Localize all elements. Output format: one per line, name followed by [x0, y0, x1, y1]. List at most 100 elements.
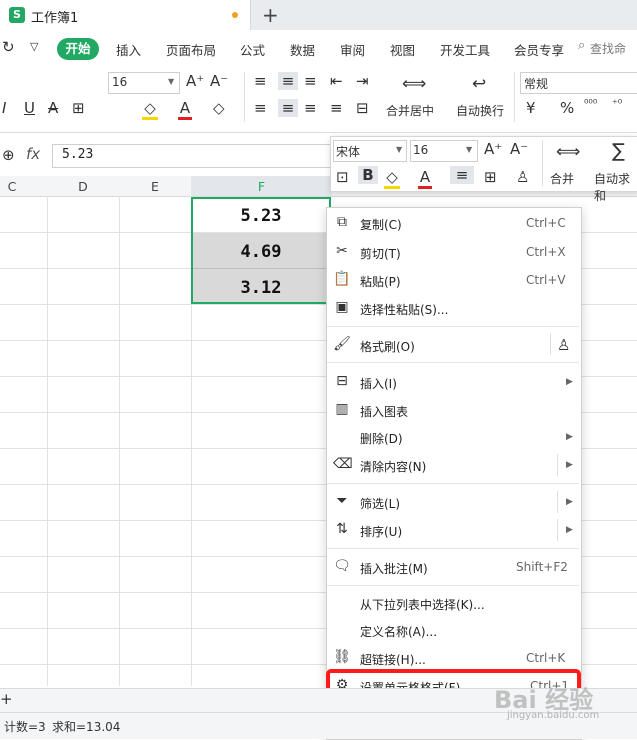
currency-button[interactable]: ¥	[526, 99, 536, 117]
column-header-c[interactable]: C	[0, 179, 24, 194]
increase-font-icon[interactable]: A⁺	[186, 72, 204, 90]
eraser-icon: ⌫	[333, 456, 353, 472]
add-sheet-icon[interactable]: +	[0, 690, 13, 708]
zoom-icon[interactable]: ⊕	[2, 146, 15, 164]
autosum-button[interactable]: 自动求和	[594, 170, 637, 204]
tab-data[interactable]: 数据	[290, 40, 315, 59]
autosum-icon[interactable]: ∑	[612, 140, 625, 162]
format-painter-icon: 🖌	[333, 336, 351, 352]
menu-separator	[327, 326, 579, 327]
chevron-down-icon: ▼	[466, 145, 473, 154]
tab-page-layout[interactable]: 页面布局	[166, 40, 216, 59]
column-header-d[interactable]: D	[48, 179, 118, 194]
menu-item-delete[interactable]: 删除(D)	[360, 430, 403, 447]
menu-item-hyperlink[interactable]: 超链接(H)...	[360, 651, 426, 668]
bold-icon[interactable]: B	[358, 166, 378, 184]
tab-formulas[interactable]: 公式	[240, 40, 265, 59]
formula-input[interactable]	[52, 144, 344, 168]
tab-home[interactable]: 开始	[57, 38, 99, 60]
scissors-icon: ✂	[336, 243, 348, 259]
mini-merge-icon[interactable]: ⟺	[556, 142, 580, 162]
mini-fill-color-icon[interactable]: ◇	[384, 168, 400, 189]
mini-decrease-font-icon[interactable]: A⁻	[510, 140, 528, 158]
status-sum: 求和=13.04	[52, 720, 121, 734]
merge-center-icon[interactable]: ⟺	[402, 74, 426, 94]
percent-button[interactable]: %	[560, 99, 574, 117]
justify-icon[interactable]: ≡	[330, 99, 343, 117]
merge-center-button[interactable]: 合并居中	[386, 102, 434, 119]
align-middle-icon[interactable]: ≡	[278, 72, 298, 90]
tab-developer[interactable]: 开发工具	[440, 40, 490, 59]
decrease-font-icon[interactable]: A⁻	[210, 72, 228, 90]
cell-f2[interactable]: 4.69	[193, 242, 329, 262]
mini-border-icon[interactable]: ⊞	[484, 168, 497, 186]
distributed-icon[interactable]: ⊟	[356, 99, 369, 117]
redo-icon[interactable]: ↻	[2, 38, 15, 56]
submenu-arrow-icon: ▶	[566, 460, 573, 470]
format-painter-lock-icon[interactable]: ♙	[557, 336, 570, 354]
tab-member[interactable]: 会员专享	[514, 40, 564, 59]
border-icon[interactable]: ⊞	[72, 99, 85, 117]
thousands-icon[interactable]: ⁰⁰⁰	[584, 97, 597, 110]
mini-increase-font-icon[interactable]: A⁺	[484, 140, 502, 158]
indent-increase-icon[interactable]: ⇥	[356, 72, 369, 90]
menu-item-cut[interactable]: 剪切(T)	[360, 245, 401, 262]
tab-insert[interactable]: 插入	[116, 40, 141, 59]
align-center-icon[interactable]: ≡	[278, 99, 298, 117]
mini-align-icon[interactable]: ≡	[450, 166, 474, 184]
copy-icon: ⧉	[337, 214, 347, 230]
shortcut-insert-comment: Shift+F2	[516, 560, 568, 574]
menu-item-paste[interactable]: 粘贴(P)	[360, 273, 401, 290]
cell-f1[interactable]: 5.23	[193, 206, 329, 226]
menu-item-insert-comment[interactable]: 插入批注(M)	[360, 560, 428, 577]
decimal-icon[interactable]: ⁺⁰	[612, 97, 622, 110]
underline-icon[interactable]: U	[24, 99, 35, 117]
mini-font-color-icon[interactable]: A	[418, 168, 432, 189]
mini-merge-button[interactable]: 合并	[550, 170, 574, 187]
wrap-text-button[interactable]: 自动换行	[456, 102, 504, 119]
mini-font-size-value: 16	[413, 143, 429, 157]
menu-item-pick-from-list[interactable]: 从下拉列表中选择(K)...	[360, 596, 485, 613]
cell-f3[interactable]: 3.12	[193, 278, 329, 298]
tab-view[interactable]: 视图	[390, 40, 415, 59]
menu-item-sort[interactable]: 排序(U)	[360, 523, 402, 540]
sort-icon: ⇅	[336, 521, 348, 537]
clear-format-icon[interactable]: ◇	[213, 99, 225, 117]
menu-separator	[327, 585, 579, 586]
formula-value: 5.23	[62, 147, 94, 162]
indent-decrease-icon[interactable]: ⇤	[330, 72, 343, 90]
grid-line	[47, 196, 48, 686]
tab-review[interactable]: 审阅	[340, 40, 365, 59]
mini-font-name-value: 宋体	[336, 145, 361, 159]
fill-color-icon[interactable]: ◇	[142, 99, 158, 120]
fx-label[interactable]: fx	[26, 145, 40, 163]
strikethrough-icon[interactable]: A	[48, 99, 58, 117]
menu-separator	[327, 483, 579, 484]
menu-item-insert[interactable]: 插入(I)	[360, 375, 397, 392]
mini-wrap-icon[interactable]: ⊡	[336, 168, 349, 186]
menu-item-insert-chart[interactable]: 插入图表	[360, 403, 408, 420]
menu-item-copy[interactable]: 复制(C)	[360, 216, 402, 233]
align-right-icon[interactable]: ≡	[304, 99, 317, 117]
search-command[interactable]: 查找命	[590, 40, 626, 57]
mini-format-painter-icon[interactable]: ♙	[516, 168, 529, 186]
document-title: 工作簿1	[31, 11, 79, 26]
insert-icon: ⊟	[336, 373, 348, 389]
font-color-icon[interactable]: A	[178, 99, 192, 120]
quick-access-dropdown-icon[interactable]: ▽	[30, 40, 38, 53]
menu-item-filter[interactable]: 筛选(L)	[360, 495, 400, 512]
align-bottom-icon[interactable]: ≡	[304, 72, 317, 90]
menu-item-define-name[interactable]: 定义名称(A)...	[360, 623, 437, 640]
menu-item-paste-special[interactable]: 选择性粘贴(S)...	[360, 301, 448, 318]
align-left-icon[interactable]: ≡	[254, 99, 267, 117]
baidu-watermark-url: jingyan.baidu.com	[507, 710, 600, 721]
italic-icon[interactable]: I	[2, 99, 6, 117]
align-top-icon[interactable]: ≡	[254, 72, 267, 90]
menu-item-format-painter[interactable]: 格式刷(O)	[360, 338, 415, 355]
column-header-e[interactable]: E	[120, 179, 190, 194]
search-icon[interactable]: ⌕	[578, 38, 585, 53]
new-tab-button[interactable]: +	[262, 3, 279, 27]
menu-item-clear[interactable]: 清除内容(N)	[360, 458, 426, 475]
column-header-f[interactable]: F	[191, 179, 332, 194]
wrap-text-icon[interactable]: ↩	[472, 74, 486, 94]
